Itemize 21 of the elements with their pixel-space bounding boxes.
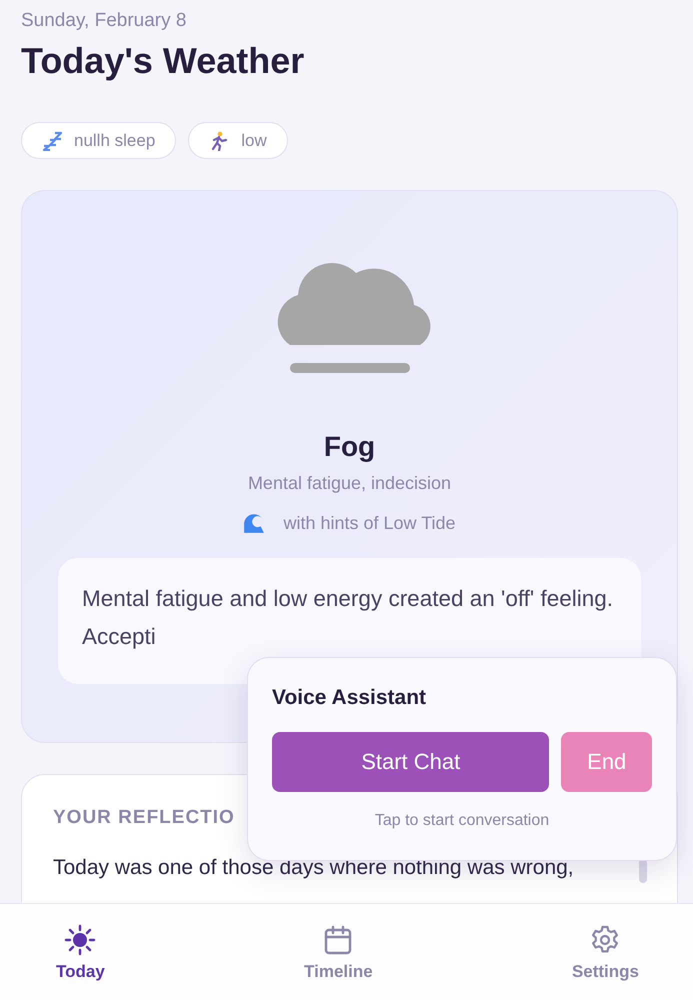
mood-chip: low [188,122,288,159]
sleep-icon [42,130,62,150]
scrollbar[interactable] [639,859,647,883]
reflection-text: Today was one of those days where nothing was wrong, [53,855,574,881]
weather-description: Mental fatigue, indecision [248,473,452,494]
panel-title: Voice Assistant [272,686,428,710]
end-button[interactable]: End [561,732,652,792]
runner-icon [209,130,230,150]
reflection-heading: YOUR REFLECTIO [53,807,235,829]
start-chat-button[interactable]: Start Chat [272,732,550,792]
panel-hint: Tap to start conversation [374,812,550,830]
page-date: Sunday, February 8 [21,10,188,32]
nav-tab[interactable]: Timeline [298,904,379,1000]
nav-tab[interactable]: Settings [566,904,645,1000]
weather-hint: with hints of Low Tide [283,512,456,534]
weather-name: Fog [324,431,376,463]
mood-chip: nullh sleep [21,122,176,159]
sun-icon [64,924,96,956]
nav-tab[interactable]: Today [50,904,111,1000]
wave-icon [243,512,266,534]
page-title: Today's Weather [21,40,306,82]
